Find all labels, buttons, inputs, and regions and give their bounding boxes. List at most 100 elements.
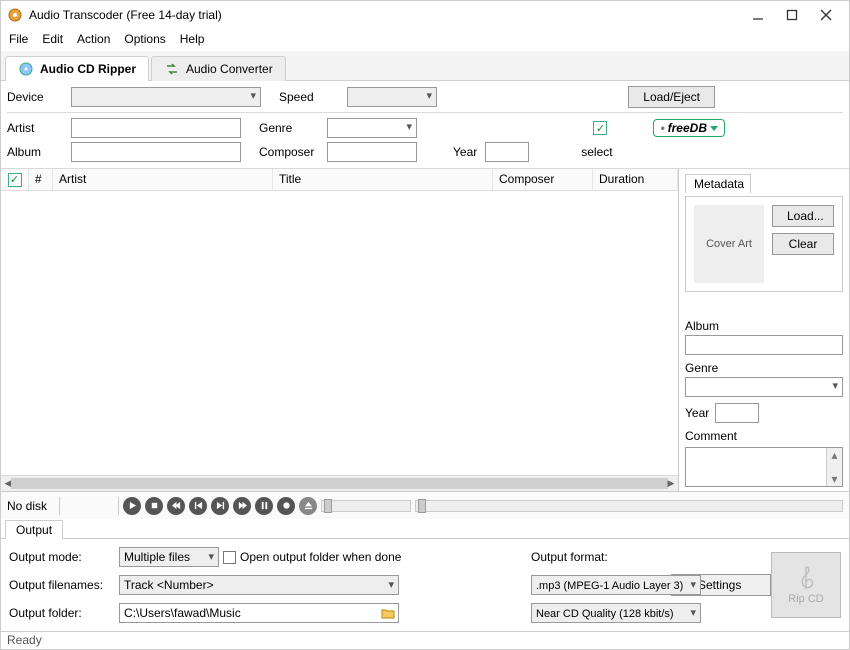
select-label: select — [581, 145, 612, 159]
rip-cd-label: Rip CD — [788, 593, 823, 605]
menu-bar: File Edit Action Options Help — [1, 29, 849, 51]
rewind-button[interactable] — [167, 497, 185, 515]
meta-album-label: Album — [685, 319, 843, 333]
open-folder-checkbox[interactable] — [223, 551, 236, 564]
horizontal-scrollbar[interactable]: ◀ ▶ — [1, 475, 678, 491]
tab-audio-converter[interactable]: Audio Converter — [151, 56, 286, 81]
maximize-button[interactable] — [775, 3, 809, 27]
meta-album-input[interactable] — [685, 335, 843, 355]
meta-comment-input[interactable]: ▴▾ — [685, 447, 843, 487]
folder-icon[interactable] — [381, 606, 395, 620]
metadata-tab[interactable]: Metadata — [685, 174, 751, 193]
year-label: Year — [453, 145, 477, 159]
title-bar: Audio Transcoder (Free 14-day trial) — [1, 1, 849, 29]
year-input[interactable] — [485, 142, 529, 162]
output-quality-combo[interactable]: Near CD Quality (128 kbit/s) — [531, 603, 701, 623]
record-button[interactable] — [277, 497, 295, 515]
genre-combo[interactable] — [327, 118, 417, 138]
output-tab[interactable]: Output — [5, 520, 63, 539]
output-folder-label: Output folder: — [9, 606, 119, 620]
freedb-button[interactable]: • freeDB — [653, 119, 725, 137]
prev-button[interactable] — [189, 497, 207, 515]
track-list: ✓ # Artist Title Composer Duration ◀ ▶ — [1, 169, 679, 491]
treble-clef-icon — [794, 565, 818, 593]
col-number[interactable]: # — [29, 169, 53, 190]
menu-action[interactable]: Action — [77, 32, 110, 46]
meta-genre-combo[interactable] — [685, 377, 843, 397]
track-list-header: ✓ # Artist Title Composer Duration — [1, 169, 678, 191]
status-text: Ready — [7, 633, 42, 647]
device-label: Device — [7, 90, 63, 104]
output-format-combo[interactable]: .mp3 (MPEG-1 Audio Layer 3) — [531, 575, 701, 595]
fastfwd-button[interactable] — [233, 497, 251, 515]
metadata-top: Cover Art Load... Clear — [685, 196, 843, 292]
main-tab-bar: Audio CD Ripper Audio Converter — [1, 51, 849, 81]
playback-bar: No disk — [1, 491, 849, 519]
status-bar: Ready — [1, 631, 849, 649]
device-combo[interactable] — [71, 87, 261, 107]
pause-button[interactable] — [255, 497, 273, 515]
menu-help[interactable]: Help — [180, 32, 205, 46]
output-format-label: Output format: — [471, 550, 671, 564]
cd-icon — [18, 61, 34, 77]
col-duration[interactable]: Duration — [593, 169, 678, 190]
load-eject-button[interactable]: Load/Eject — [628, 86, 715, 108]
stop-button[interactable] — [145, 497, 163, 515]
artist-label: Artist — [7, 121, 63, 135]
output-mode-combo[interactable]: Multiple files — [119, 547, 219, 567]
app-icon — [7, 7, 23, 23]
freedb-label: freeDB — [668, 121, 707, 135]
output-filenames-combo[interactable]: Track <Number> — [119, 575, 399, 595]
volume-slider[interactable] — [321, 500, 411, 512]
scroll-thumb[interactable] — [11, 478, 668, 489]
col-title[interactable]: Title — [273, 169, 493, 190]
output-tab-bar: Output — [1, 519, 849, 539]
open-folder-label: Open output folder when done — [240, 550, 401, 564]
composer-input[interactable] — [327, 142, 417, 162]
meta-comment-label: Comment — [685, 429, 843, 443]
track-list-body — [1, 191, 678, 475]
tab-converter-label: Audio Converter — [186, 62, 273, 76]
speed-combo[interactable] — [347, 87, 437, 107]
menu-options[interactable]: Options — [124, 32, 165, 46]
select-checkbox[interactable]: ✓ — [593, 121, 607, 135]
rip-cd-button[interactable]: Rip CD — [771, 552, 841, 618]
meta-year-label: Year — [685, 406, 709, 420]
output-filenames-label: Output filenames: — [9, 578, 119, 592]
dropdown-arrow-icon — [710, 126, 718, 131]
window-title: Audio Transcoder (Free 14-day trial) — [29, 8, 741, 22]
load-cover-button[interactable]: Load... — [772, 205, 834, 227]
artist-input[interactable] — [71, 118, 241, 138]
menu-file[interactable]: File — [9, 32, 28, 46]
speed-label: Speed — [279, 90, 339, 104]
genre-label: Genre — [259, 121, 319, 135]
middle-area: ✓ # Artist Title Composer Duration ◀ ▶ M… — [1, 169, 849, 491]
clear-cover-button[interactable]: Clear — [772, 233, 834, 255]
scroll-right-icon[interactable]: ▶ — [664, 476, 678, 491]
menu-edit[interactable]: Edit — [42, 32, 63, 46]
tab-ripper-label: Audio CD Ripper — [40, 62, 136, 76]
close-button[interactable] — [809, 3, 843, 27]
eject-button[interactable] — [299, 497, 317, 515]
meta-year-input[interactable] — [715, 403, 759, 423]
converter-icon — [164, 61, 180, 77]
album-input[interactable] — [71, 142, 241, 162]
tab-audio-cd-ripper[interactable]: Audio CD Ripper — [5, 56, 149, 81]
disk-status: No disk — [7, 499, 55, 513]
composer-label: Composer — [259, 145, 319, 159]
disc-info-section: Device Speed Load/Eject Artist Genre ✓ •… — [1, 81, 849, 169]
output-folder-input[interactable]: C:\Users\fawad\Music — [119, 603, 399, 623]
position-slider[interactable] — [415, 500, 843, 512]
comment-scrollbar[interactable]: ▴▾ — [826, 448, 842, 486]
next-button[interactable] — [211, 497, 229, 515]
minimize-button[interactable] — [741, 3, 775, 27]
select-all-checkbox[interactable]: ✓ — [8, 173, 22, 187]
meta-genre-label: Genre — [685, 361, 843, 375]
col-artist[interactable]: Artist — [53, 169, 273, 190]
album-label: Album — [7, 145, 63, 159]
col-composer[interactable]: Composer — [493, 169, 593, 190]
settings-label: Settings — [698, 578, 741, 592]
metadata-panel: Metadata Cover Art Load... Clear Album G… — [679, 169, 849, 491]
cover-art-box[interactable]: Cover Art — [694, 205, 764, 283]
play-button[interactable] — [123, 497, 141, 515]
